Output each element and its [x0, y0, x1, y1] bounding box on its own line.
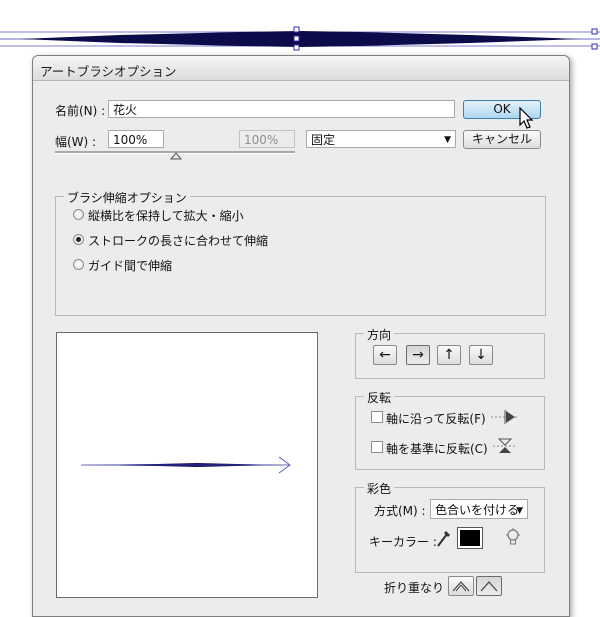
colorization-title: 彩色: [364, 480, 395, 497]
key-color-label: キーカラー :: [369, 535, 437, 549]
stretch-to-fit-radio[interactable]: [73, 234, 84, 245]
brush-preview: [56, 332, 318, 598]
width-input[interactable]: 100%: [108, 130, 164, 148]
method-value: 色合いを付ける: [435, 503, 520, 517]
dialog-title: アートブラシオプション: [40, 64, 177, 79]
dialog-titlebar[interactable]: アートブラシオプション: [33, 56, 569, 81]
stretch-to-fit-label: ストロークの長さに合わせて伸縮: [88, 234, 269, 248]
arrow-left-icon: ←: [379, 347, 391, 363]
overlap-adjust-button[interactable]: [448, 576, 474, 596]
method-label: 方式(M) :: [374, 504, 426, 518]
width-variation-input: 100%: [239, 130, 295, 148]
flip-across-icon: [493, 438, 517, 453]
key-color-fill: [460, 530, 480, 546]
overlap-default-button[interactable]: [476, 576, 502, 596]
cancel-button[interactable]: キャンセル: [463, 130, 541, 149]
brush-scale-options-title: ブラシ伸縮オプション: [64, 189, 190, 206]
art-brush-options-dialog: アートブラシオプション 名前(N) : 花火 OK 幅(W) : 100% 10…: [32, 55, 570, 617]
name-label: 名前(N) :: [55, 104, 106, 118]
name-input[interactable]: 花火: [108, 100, 455, 118]
flip-title: 反転: [364, 389, 395, 406]
flip-along-checkbox[interactable]: [371, 411, 383, 423]
stretch-between-guides-radio[interactable]: [73, 259, 84, 270]
flip-along-icon: [491, 410, 519, 424]
key-color-swatch[interactable]: [457, 527, 483, 549]
arrow-down-icon: ↓: [475, 347, 487, 363]
flip-across-checkbox[interactable]: [371, 441, 383, 453]
width-label: 幅(W) :: [55, 135, 97, 149]
direction-down-button[interactable]: ↓: [469, 345, 493, 365]
dropdown-arrow-icon: ▼: [516, 506, 523, 516]
mouse-cursor-icon: [519, 107, 534, 129]
direction-left-button[interactable]: ←: [373, 345, 397, 365]
flip-across-label: 軸を基準に反転(C): [386, 442, 488, 456]
arrow-right-icon: →: [412, 347, 424, 363]
scale-proportionately-radio[interactable]: [73, 209, 84, 220]
arrow-up-icon: ↑: [443, 347, 455, 363]
overlap-default-icon: [480, 581, 498, 592]
method-select[interactable]: 色合いを付ける ▼: [430, 499, 528, 519]
direction-up-button[interactable]: ↑: [437, 345, 461, 365]
brush-stroke-canvas: [0, 26, 600, 51]
stretch-between-guides-label: ガイド間で伸縮: [88, 259, 173, 273]
preview-stroke: [81, 456, 291, 474]
dropdown-arrow-icon: ▼: [444, 135, 451, 145]
tips-lightbulb-icon[interactable]: [505, 528, 521, 548]
direction-right-button[interactable]: →: [406, 345, 430, 365]
eyedropper-icon[interactable]: [435, 528, 453, 548]
direction-title: 方向: [364, 326, 395, 343]
overlap-label: 折り重なり :: [384, 581, 452, 595]
overlap-adjust-icon: [452, 581, 470, 592]
scale-proportionately-label: 縦横比を保持して拡大・縮小: [88, 209, 244, 223]
width-mode-value: 固定: [311, 133, 336, 147]
width-mode-select[interactable]: 固定 ▼: [306, 130, 456, 148]
width-slider-thumb[interactable]: [170, 152, 182, 160]
flip-along-label: 軸に沿って反転(F): [386, 412, 486, 426]
